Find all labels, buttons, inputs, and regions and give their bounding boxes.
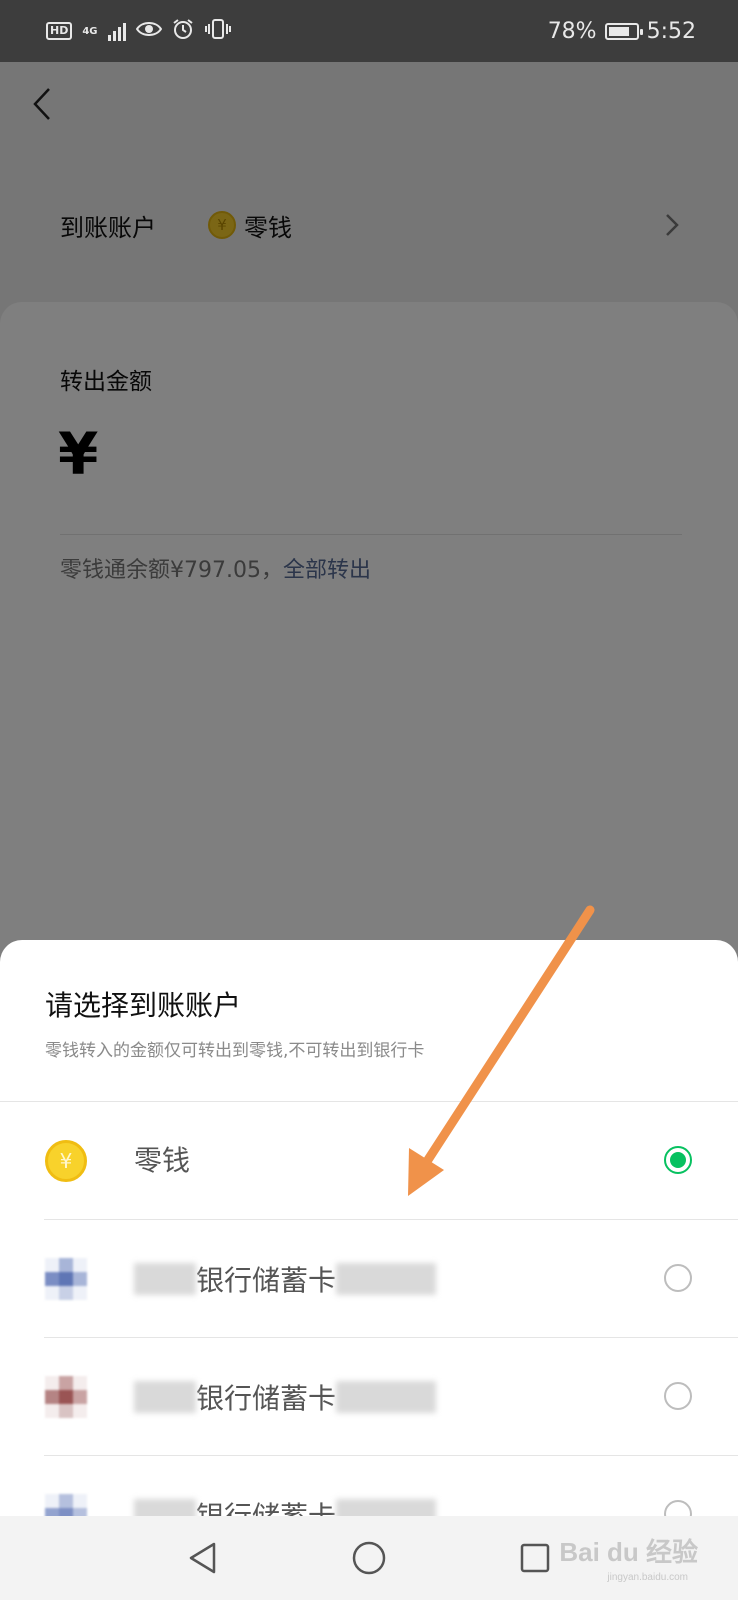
recents-square-icon[interactable] [515,1538,555,1578]
radio-unselected[interactable] [664,1382,692,1410]
option-label: 零钱 [134,1144,191,1177]
hd-icon: HD [46,22,73,40]
account-picker-sheet: 请选择到账账户 零钱转入的金额仅可转出到零钱,不可转出到银行卡 ¥ 零钱 银行储… [0,940,738,1600]
amount-title: 转出金额 [60,369,152,395]
eye-icon [135,20,162,43]
home-circle-icon[interactable] [349,1538,389,1578]
bank-label: 银行储蓄卡 [134,1376,437,1418]
chevron-right-icon [662,212,682,238]
network-type: 4G [82,25,98,37]
radio-selected[interactable] [664,1146,692,1174]
coin-icon: ¥ [208,211,236,239]
baidu-watermark-url: jingyan.baidu.com [607,1572,688,1583]
option-row-bank-2[interactable]: 银行储蓄卡 [0,1338,738,1456]
option-row-change[interactable]: ¥ 零钱 [0,1102,738,1220]
bank-label: 银行储蓄卡 [134,1258,437,1300]
radio-unselected[interactable] [664,1264,692,1292]
bank-logo-icon [45,1258,87,1300]
masked-bank-name [134,1263,196,1295]
receiving-account-row[interactable]: 到账账户 ¥ 零钱 [60,200,682,250]
battery-icon [604,22,643,40]
vibrate-icon [204,18,232,45]
currency-symbol: ¥ [58,420,99,488]
page-header-area: 到账账户 ¥ 零钱 [0,62,738,302]
status-icons-right: 78% 5:52 [548,19,696,44]
signal-icon [107,21,126,41]
coin-icon: ¥ [45,1140,87,1182]
battery-percent: 78% [547,18,597,44]
baidu-watermark: Bai du 经验 [559,1537,698,1567]
option-label: 银行储蓄卡 [196,1382,337,1415]
sheet-title: 请选择到账账户 [45,989,242,1022]
sheet-subtitle: 零钱转入的金额仅可转出到零钱,不可转出到银行卡 [45,1041,425,1061]
account-label: 到账账户 [60,213,156,242]
back-triangle-icon[interactable] [183,1538,223,1578]
amount-divider [60,534,682,535]
bank-logo-icon [45,1376,87,1418]
status-icons-left: HD 4G [46,18,232,45]
withdraw-all-link[interactable]: 全部转出 [283,558,371,583]
option-label: 银行储蓄卡 [196,1264,337,1297]
balance-line: 零钱通余额¥797.05，全部转出 [60,552,371,584]
alarm-icon [172,18,194,45]
balance-text: 零钱通余额¥797.05， [60,558,283,583]
back-icon[interactable] [20,82,64,126]
masked-card-number [336,1263,437,1295]
masked-card-number [336,1381,437,1413]
option-row-bank-1[interactable]: 银行储蓄卡 [0,1220,738,1338]
status-bar: HD 4G 78% 5:52 [0,0,738,62]
masked-bank-name [134,1381,196,1413]
account-value: 零钱 [244,213,292,242]
clock: 5:52 [646,18,696,44]
